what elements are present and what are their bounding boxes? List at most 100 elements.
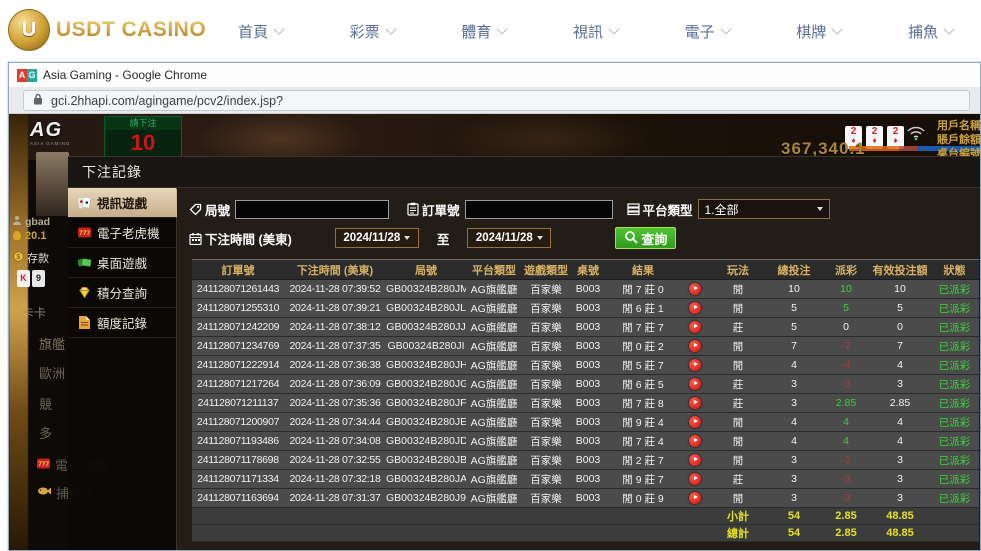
bet-countdown: 請下注 10: [104, 116, 182, 157]
doc-icon: [76, 315, 92, 330]
window-titlebar[interactable]: AG Asia Gaming - Google Chrome: [9, 63, 980, 87]
play-video-icon[interactable]: [689, 302, 701, 314]
sidebar-item-quota-records[interactable]: 額度記錄: [68, 308, 176, 338]
table-row: 2411280712111372024-11-28 07:35:36GB0032…: [192, 394, 979, 413]
usdt-casino-logo[interactable]: U USDT CASINO: [8, 9, 206, 51]
nav-item-fishing[interactable]: 捕魚: [908, 21, 953, 42]
sidebar-item-slot-machines[interactable]: 777電子老虎機: [68, 218, 176, 248]
countdown-number: 10: [105, 130, 181, 156]
wifi-icon: [906, 125, 926, 146]
play-video-icon[interactable]: [689, 473, 701, 485]
lobby-item-europe-hall: 歐洲: [39, 363, 65, 382]
nav-item-poker[interactable]: 棋牌: [796, 21, 841, 42]
date-from-picker[interactable]: 2024/11/28: [335, 228, 419, 248]
cell-bet-on: 閒: [710, 299, 766, 318]
cell-bet: 5: [766, 299, 822, 318]
cell-bet-on: 閒: [710, 489, 766, 508]
sidebar-item-table-games[interactable]: 桌面遊戲: [68, 248, 176, 278]
cell-table: B003: [570, 318, 606, 337]
person-icon: [12, 215, 22, 228]
cell-valid: 2.85: [870, 394, 930, 413]
nav-item-home[interactable]: 首頁: [238, 21, 283, 42]
ag-logo-subtext: ASIA GAMING: [30, 142, 71, 147]
cell-bet: 3: [766, 489, 822, 508]
cell-platform: AG旗艦廳: [466, 280, 522, 299]
url-text[interactable]: gci.2hhapi.com/agingame/pcv2/index.jsp?: [51, 94, 283, 108]
cell-order: 241128071217264: [192, 375, 284, 394]
platform-type-value: 1.全部: [705, 201, 739, 218]
svg-text:777: 777: [38, 461, 49, 468]
cell-valid: 4: [870, 356, 930, 375]
lobby-item-bid-hall: 競: [39, 394, 52, 413]
nav-item-lottery[interactable]: 彩票: [350, 21, 395, 42]
calendar-icon: [189, 232, 202, 245]
cell-valid: 7: [870, 337, 930, 356]
play-video-icon[interactable]: [689, 492, 701, 504]
info-label: 用戶名稱: [937, 119, 980, 133]
play-video-icon[interactable]: [689, 454, 701, 466]
bet-records-modal: 下注記錄 視訊遊戲777電子老虎機桌面遊戲積分查詢額度記錄 局號: [68, 157, 980, 550]
nav-item-slots[interactable]: 電子: [685, 21, 730, 42]
lobby-item-label: 競: [39, 394, 52, 413]
mini-playing-card: K: [17, 270, 30, 287]
round-label: 局號: [205, 200, 230, 219]
play-video-icon[interactable]: [689, 340, 701, 352]
sidebar-item-points-inquiry[interactable]: 積分查詢: [68, 278, 176, 308]
cell-status: 已派彩: [930, 356, 979, 375]
cell-payout: 10: [822, 280, 870, 299]
sidebar-item-label: 積分查詢: [97, 283, 147, 302]
round-input[interactable]: [235, 200, 389, 219]
cell-game: 百家樂: [522, 375, 570, 394]
play-video-icon[interactable]: [689, 416, 701, 428]
date-to-picker[interactable]: 2024/11/28: [467, 228, 551, 248]
deposit-label: 存款: [27, 250, 49, 266]
cell-game: 百家樂: [522, 394, 570, 413]
modal-content: 局號 訂單號 平台類型: [177, 188, 980, 550]
modal-sidebar: 視訊遊戲777電子老虎機桌面遊戲積分查詢額度記錄: [68, 188, 177, 550]
search-button[interactable]: 查詢: [615, 227, 676, 249]
lock-icon: [33, 92, 43, 110]
play-video-icon[interactable]: [689, 321, 701, 333]
play-video-icon[interactable]: [689, 435, 701, 447]
cell-play: [680, 394, 710, 413]
cell-time: 2024-11-28 07:39:52: [284, 280, 386, 299]
play-video-icon[interactable]: [689, 359, 701, 371]
nav-item-sports[interactable]: 體育: [461, 21, 506, 42]
cell-platform: AG旗艦廳: [466, 489, 522, 508]
order-input[interactable]: [465, 200, 613, 219]
nav-item-live[interactable]: 視訊: [573, 21, 618, 42]
sidebar-item-video-games[interactable]: 視訊遊戲: [68, 188, 176, 218]
cell-round: GB00324B280JJ: [386, 318, 466, 337]
nav-item-label: 首頁: [238, 21, 268, 42]
cell-order: 241128071261443: [192, 280, 284, 299]
play-video-icon[interactable]: [689, 283, 701, 295]
table-row: 2411280712553102024-11-28 07:39:21GB0032…: [192, 299, 979, 318]
ag-logo-text: AG: [30, 119, 62, 141]
cell-bet: 3: [766, 394, 822, 413]
chevron-down-icon: [608, 23, 619, 34]
play-video-icon[interactable]: [689, 378, 701, 390]
info-label: 賬戶餘額: [937, 133, 980, 147]
omnibox[interactable]: gci.2hhapi.com/agingame/pcv2/index.jsp?: [23, 90, 970, 111]
cell-valid: 5: [870, 299, 930, 318]
column-header: 訂單號: [192, 260, 284, 280]
mini-cards: K9: [17, 270, 45, 287]
cell-result: 閒 6 莊 5: [606, 375, 680, 394]
chevron-down-icon: [497, 23, 508, 34]
platform-type-select[interactable]: 1.全部: [698, 199, 830, 219]
subtotal-label: 小計: [710, 508, 766, 525]
cell-bet: 3: [766, 470, 822, 489]
chevron-down-icon: [817, 207, 823, 211]
bet-records-table: 訂單號下注時間 (美東)局號平台類型遊戲類型桌號結果玩法總投注派彩有效投注額狀態…: [192, 259, 979, 542]
table-row: 2411280712347692024-11-28 07:37:35GB0032…: [192, 337, 979, 356]
deposit-button[interactable]: $ 存款: [13, 250, 49, 266]
column-header: 總投注: [766, 260, 822, 280]
marquee-amount: 367,340.1: [781, 139, 866, 159]
lobby-item-label: 歐洲: [39, 363, 65, 382]
cell-platform: AG旗艦廳: [466, 337, 522, 356]
play-video-icon[interactable]: [689, 397, 701, 409]
cell-valid: 10: [870, 280, 930, 299]
cell-payout: 0: [822, 318, 870, 337]
cell-game: 百家樂: [522, 337, 570, 356]
cell-order: 241128071178698: [192, 451, 284, 470]
